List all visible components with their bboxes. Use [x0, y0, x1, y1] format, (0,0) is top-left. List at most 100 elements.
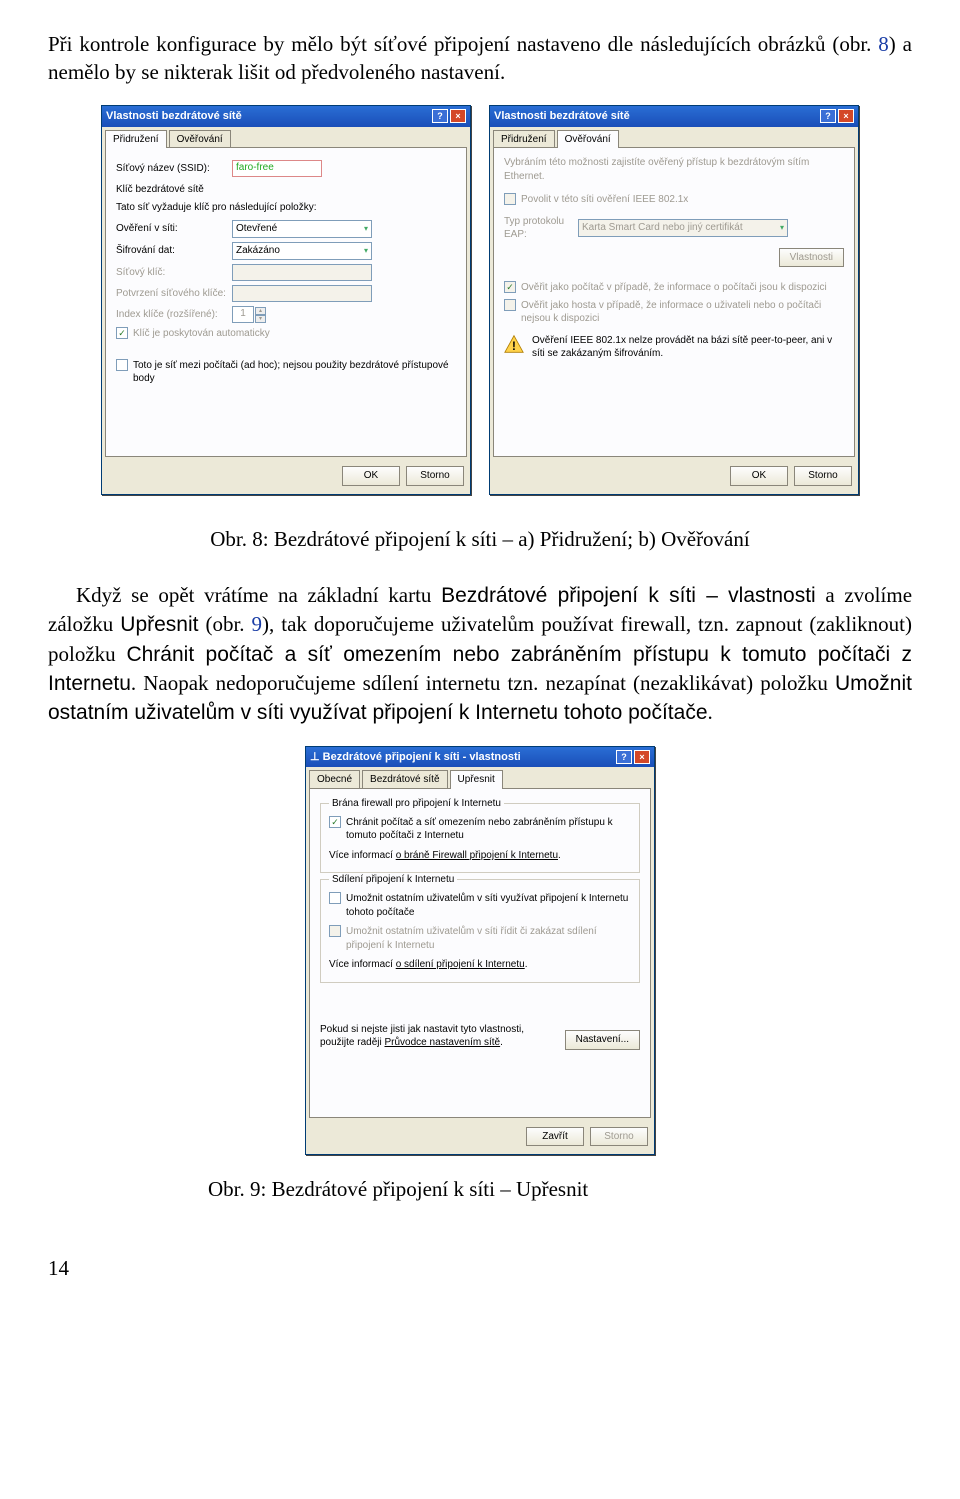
dialog-pridruzeni: Vlastnosti bezdrátové sítě ? × Přidružen…	[101, 105, 471, 495]
allow-control-checkbox	[329, 925, 341, 937]
titlebar[interactable]: Vlastnosti bezdrátové sítě ? ×	[490, 106, 858, 127]
fig-ref-9: 9	[252, 612, 263, 636]
warning-text: Ověření IEEE 802.1x nelze provádět na bá…	[532, 334, 844, 361]
chevron-down-icon: ▾	[364, 246, 368, 257]
enable-8021x-label: Povolit v této síti ověření IEEE 802.1x	[521, 193, 688, 207]
wizard-link[interactable]: Průvodce nastavením sítě	[384, 1037, 500, 1048]
ok-button[interactable]: OK	[730, 466, 788, 486]
chevron-down-icon: ▾	[780, 223, 784, 234]
chevron-down-icon: ▾	[255, 315, 266, 323]
ok-button[interactable]: OK	[342, 466, 400, 486]
sharing-link[interactable]: o sdílení připojení k Internetu	[396, 959, 525, 970]
tab-bezdratove-site[interactable]: Bezdrátové sítě	[362, 770, 447, 789]
enable-8021x-checkbox	[504, 193, 516, 205]
help-icon[interactable]: ?	[616, 750, 632, 764]
dialog-upresnit: ⊥ Bezdrátové připojení k síti - vlastnos…	[305, 746, 655, 1156]
dialog-overovani: Vlastnosti bezdrátové sítě ? × Přidružen…	[489, 105, 859, 495]
chevron-up-icon: ▴	[255, 307, 266, 315]
firewall-more-info: Více informací o bráně Firewall připojen…	[329, 849, 631, 863]
firewall-link[interactable]: o bráně Firewall připojení k Internetu	[396, 850, 558, 861]
sharing-more-info: Více informací o sdílení připojení k Int…	[329, 958, 631, 972]
intro-text: Vybráním této možnosti zajistíte ověřený…	[504, 156, 844, 183]
as-guest-label: Ověřit jako hosta v případě, že informac…	[521, 299, 844, 326]
as-guest-checkbox	[504, 299, 516, 311]
close-icon[interactable]: ×	[450, 109, 466, 123]
close-icon[interactable]: ×	[634, 750, 650, 764]
tab-pridruzeni[interactable]: Přidružení	[105, 130, 167, 149]
sharing-group-legend: Sdílení připojení k Internetu	[329, 873, 457, 887]
protect-label: Chránit počítač a síť omezením nebo zabr…	[346, 816, 631, 843]
ui-term: Bezdrátové připojení k síti – vlastnosti	[441, 584, 816, 607]
properties-button: Vlastnosti	[779, 248, 844, 268]
adhoc-checkbox[interactable]	[116, 359, 128, 371]
text: Více informací	[329, 850, 396, 861]
idx-label: Index klíče (rozšířené):	[116, 308, 226, 322]
titlebar[interactable]: Vlastnosti bezdrátové sítě ? ×	[102, 106, 470, 127]
window-title: Vlastnosti bezdrátové sítě	[106, 109, 242, 124]
confkey-label: Potvrzení síťového klíče:	[116, 287, 226, 301]
auth-label: Ověření v síti:	[116, 222, 226, 236]
auth-select[interactable]: Otevřené ▾	[232, 220, 372, 238]
tab-pridruzeni[interactable]: Přidružení	[493, 130, 555, 149]
wizard-hint: Pokud si nejste jisti jak nastavit tyto …	[320, 1023, 555, 1050]
tab-overovani[interactable]: Ověřování	[557, 130, 619, 149]
title-text: Bezdrátové připojení k síti - vlastnosti	[323, 751, 521, 763]
eap-label: Typ protokolu EAP:	[504, 215, 572, 242]
tab-upresnit[interactable]: Upřesnit	[450, 770, 503, 789]
text: Když se opět vrátíme na základní kartu	[76, 583, 441, 607]
auth-value: Otevřené	[236, 222, 277, 236]
autokey-label: Klíč je poskytován automaticky	[133, 327, 270, 341]
ssid-input[interactable]: faro-free	[232, 160, 322, 177]
tab-obecne[interactable]: Obecné	[309, 770, 360, 789]
enc-value: Zakázáno	[236, 244, 280, 258]
intro-paragraph: Při kontrole konfigurace by mělo být síť…	[48, 30, 912, 87]
allow-share-checkbox[interactable]	[329, 892, 341, 904]
key-section-header: Klíč bezdrátové sítě	[116, 183, 456, 197]
as-computer-label: Ověřit jako počítač v případě, že inform…	[521, 281, 827, 295]
page-number: 14	[48, 1254, 912, 1282]
enc-select[interactable]: Zakázáno ▾	[232, 242, 372, 260]
ssid-label: Síťový název (SSID):	[116, 162, 226, 176]
figure-9-caption: Obr. 9: Bezdrátové připojení k síti – Up…	[208, 1175, 912, 1203]
text: Při kontrole konfigurace by mělo být síť…	[48, 32, 878, 56]
allow-control-label: Umožnit ostatním uživatelům v síti řídit…	[346, 925, 631, 952]
autokey-checkbox: ✓	[116, 327, 128, 339]
window-title: ⊥ Bezdrátové připojení k síti - vlastnos…	[310, 750, 521, 765]
allow-share-label: Umožnit ostatním uživatelům v síti využí…	[346, 892, 631, 919]
ui-term: Upřesnit	[120, 613, 198, 636]
eap-select: Karta Smart Card nebo jiný certifikát ▾	[578, 219, 788, 237]
adhoc-label: Toto je síť mezi počítači (ad hoc); nejs…	[133, 359, 456, 386]
window-title: Vlastnosti bezdrátové sítě	[494, 109, 630, 124]
cancel-button: Storno	[590, 1127, 648, 1147]
close-icon[interactable]: ×	[838, 109, 854, 123]
settings-button[interactable]: Nastavení...	[565, 1030, 640, 1050]
firewall-group-legend: Brána firewall pro připojení k Internetu	[329, 797, 504, 811]
idx-value: 1	[232, 306, 254, 323]
body-paragraph-2: Když se opět vrátíme na základní kartu B…	[48, 581, 912, 728]
text: .	[708, 700, 713, 724]
protect-checkbox[interactable]: ✓	[329, 816, 341, 828]
titlebar[interactable]: ⊥ Bezdrátové připojení k síti - vlastnos…	[306, 747, 654, 768]
close-button[interactable]: Zavřít	[526, 1127, 584, 1147]
fig-ref-8: 8	[878, 32, 889, 56]
text: . Naopak nedoporučujeme sdílení internet…	[131, 671, 835, 695]
netkey-label: Síťový klíč:	[116, 266, 226, 280]
as-computer-checkbox: ✓	[504, 281, 516, 293]
chevron-down-icon: ▾	[364, 224, 368, 235]
enc-label: Šifrování dat:	[116, 244, 226, 258]
eap-value: Karta Smart Card nebo jiný certifikát	[582, 221, 743, 235]
text: Více informací	[329, 959, 396, 970]
text: (obr.	[198, 612, 251, 636]
figure-8-caption: Obr. 8: Bezdrátové připojení k síti – a)…	[48, 525, 912, 553]
help-icon[interactable]: ?	[432, 109, 448, 123]
netkey-input	[232, 264, 372, 281]
index-stepper: 1 ▴▾	[232, 306, 266, 323]
svg-text:!: !	[512, 339, 516, 352]
key-note: Tato síť vyžaduje klíč pro následující p…	[116, 201, 456, 215]
confkey-input	[232, 285, 372, 302]
cancel-button[interactable]: Storno	[794, 466, 852, 486]
tab-overovani[interactable]: Ověřování	[169, 130, 231, 149]
warning-icon: !	[504, 334, 524, 354]
help-icon[interactable]: ?	[820, 109, 836, 123]
cancel-button[interactable]: Storno	[406, 466, 464, 486]
